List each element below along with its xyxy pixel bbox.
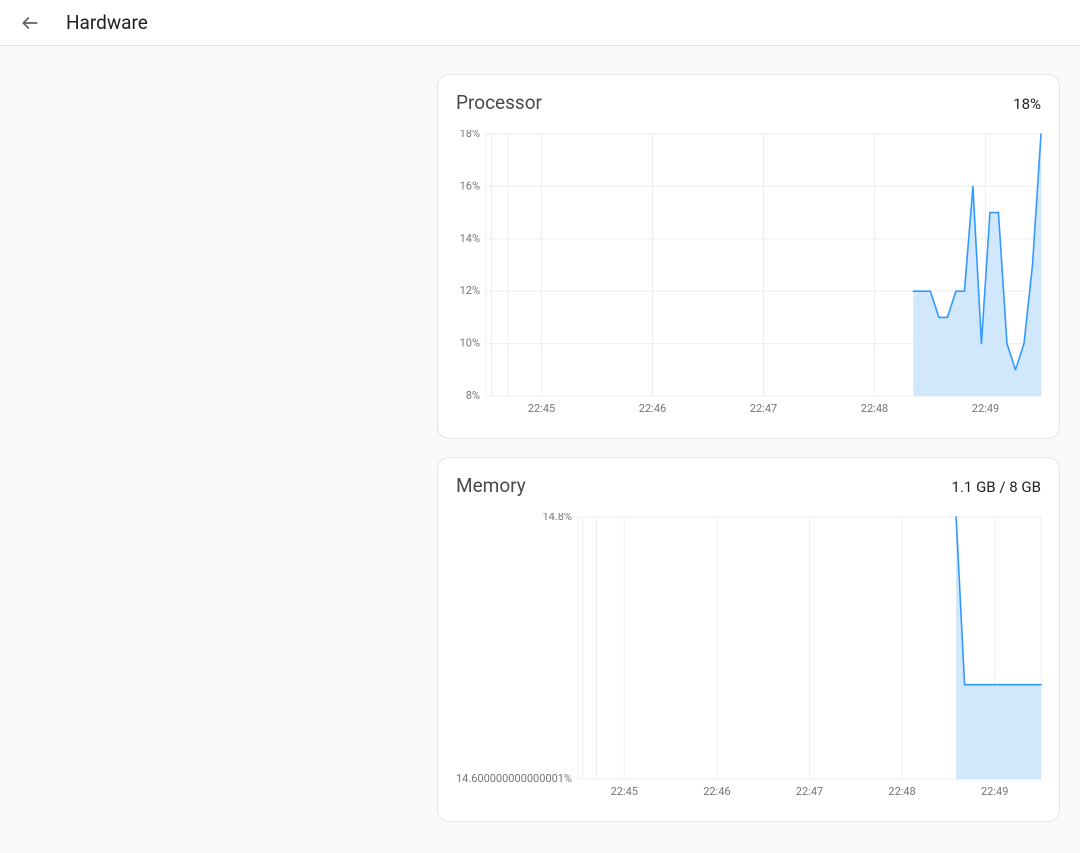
svg-text:8%: 8%	[466, 389, 480, 402]
svg-text:14.600000000000001%: 14.600000000000001%	[456, 772, 572, 785]
svg-text:10%: 10%	[460, 337, 480, 350]
svg-text:22:48: 22:48	[888, 785, 915, 798]
header-bar: Hardware	[0, 0, 1080, 46]
svg-text:22:49: 22:49	[972, 402, 999, 415]
memory-card-title: Memory	[456, 474, 526, 497]
svg-text:22:46: 22:46	[639, 402, 666, 415]
svg-text:14.8%: 14.8%	[542, 513, 572, 523]
svg-text:18%: 18%	[460, 130, 480, 140]
processor-card-value: 18%	[1013, 95, 1041, 113]
page-title: Hardware	[66, 11, 148, 34]
processor-card: Processor 18% 8% 10% 12% 14% 16% 18% 22:45 22:4…	[437, 74, 1060, 439]
svg-text:12%: 12%	[460, 284, 480, 297]
svg-text:22:46: 22:46	[703, 785, 730, 798]
content-area: Processor 18% 8% 10% 12% 14% 16% 18% 22:45 22:4…	[0, 46, 1080, 842]
back-button[interactable]	[12, 5, 48, 41]
svg-text:22:45: 22:45	[528, 402, 555, 415]
svg-text:14%: 14%	[460, 232, 480, 245]
svg-text:22:47: 22:47	[750, 402, 777, 415]
svg-text:22:48: 22:48	[861, 402, 888, 415]
processor-chart: 8% 10% 12% 14% 16% 18% 22:45 22:46 22:47 22:48 22:…	[456, 130, 1041, 424]
svg-text:22:49: 22:49	[981, 785, 1008, 798]
memory-card-value: 1.1 GB / 8 GB	[952, 478, 1041, 496]
svg-text:22:47: 22:47	[796, 785, 823, 798]
memory-chart: 14.600000000000001% 14.8% 22:45 22:46 22:47 2…	[456, 513, 1041, 807]
memory-card: Memory 1.1 GB / 8 GB 14.600000000000001%…	[437, 457, 1060, 822]
svg-text:22:45: 22:45	[611, 785, 638, 798]
processor-card-title: Processor	[456, 91, 542, 114]
svg-text:16%: 16%	[460, 179, 480, 192]
arrow-left-icon	[20, 13, 40, 33]
